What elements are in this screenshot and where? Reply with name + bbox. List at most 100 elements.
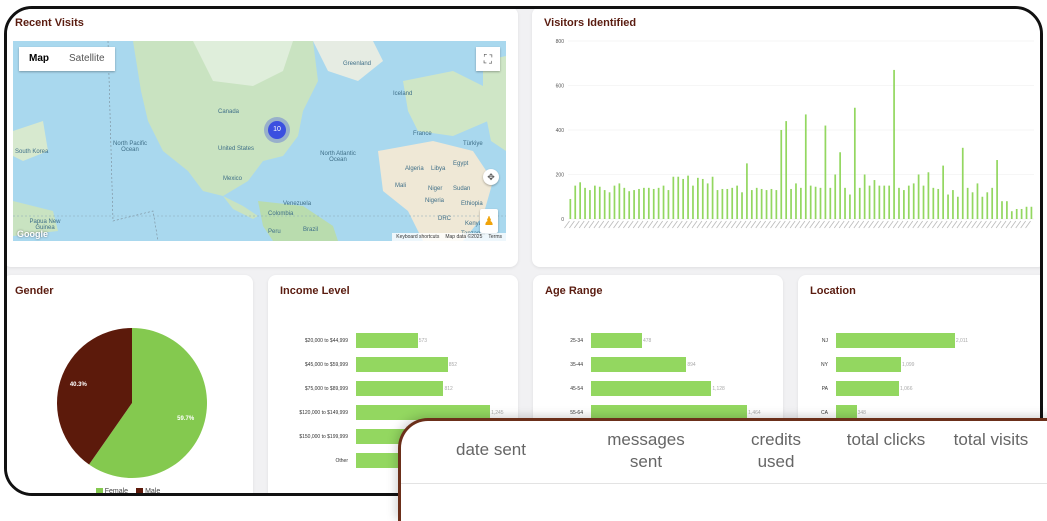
visitors-bar[interactable] xyxy=(883,185,886,219)
bar[interactable] xyxy=(591,381,712,396)
visitors-bar[interactable] xyxy=(868,185,871,219)
visitors-bar[interactable] xyxy=(574,185,577,219)
visitors-bar[interactable] xyxy=(638,188,640,219)
visitors-bar[interactable] xyxy=(917,174,920,220)
visitors-bar[interactable] xyxy=(809,185,812,219)
visitors-bar[interactable] xyxy=(976,183,979,219)
visitors-bar[interactable] xyxy=(603,190,606,219)
visitors-bar[interactable] xyxy=(1001,201,1003,219)
visitors-bar[interactable] xyxy=(652,188,655,219)
visitors-bar[interactable] xyxy=(736,185,738,219)
column-header-total-clicks[interactable]: total clicks xyxy=(841,429,931,451)
visitors-bar[interactable] xyxy=(657,187,660,219)
visitors-bar[interactable] xyxy=(878,185,881,219)
visitors-bar[interactable] xyxy=(706,183,709,219)
visitors-bar[interactable] xyxy=(814,186,817,219)
bar[interactable] xyxy=(836,333,955,348)
visitors-bar[interactable] xyxy=(677,176,680,219)
visitors-bar[interactable] xyxy=(785,121,788,219)
visitors-bar[interactable] xyxy=(971,192,974,219)
visitors-bar[interactable] xyxy=(672,176,675,219)
visitors-bar[interactable] xyxy=(780,130,783,219)
visitors-bar[interactable] xyxy=(927,172,930,219)
visitors-bar[interactable] xyxy=(697,177,699,219)
visitors-bar[interactable] xyxy=(991,187,994,219)
column-header-date-sent[interactable]: date sent xyxy=(431,439,551,461)
visitors-bar[interactable] xyxy=(721,188,724,219)
visitors-bar[interactable] xyxy=(804,114,807,219)
visitors-bar[interactable] xyxy=(795,183,797,219)
visitors-bar[interactable] xyxy=(844,187,846,219)
visitors-bar[interactable] xyxy=(1025,206,1028,219)
visitors-bar[interactable] xyxy=(922,185,925,219)
visitors-bar[interactable] xyxy=(956,196,959,219)
visitors-bar[interactable] xyxy=(1030,206,1033,219)
visitors-bar[interactable] xyxy=(819,187,822,219)
visitors-bar[interactable] xyxy=(834,174,837,220)
visitors-bar[interactable] xyxy=(907,185,910,219)
visitors-bar[interactable] xyxy=(937,188,940,219)
bar[interactable] xyxy=(356,333,418,348)
map-type-map-button[interactable]: Map xyxy=(19,47,59,71)
map-terms-link[interactable]: Terms xyxy=(488,234,502,240)
visitors-bar[interactable] xyxy=(662,185,665,219)
visitors-bar[interactable] xyxy=(1015,208,1018,219)
visitors-bar[interactable] xyxy=(633,190,635,219)
visitors-bar[interactable] xyxy=(628,191,631,219)
visitors-bar[interactable] xyxy=(750,190,753,219)
visitors-bar[interactable] xyxy=(952,190,954,219)
visitors-bar[interactable] xyxy=(947,194,949,219)
visitors-bar[interactable] xyxy=(858,187,861,219)
visitors-bar[interactable] xyxy=(623,187,626,219)
visitors-bar[interactable] xyxy=(731,187,734,219)
visitors-bar[interactable] xyxy=(692,185,694,219)
street-view-pegman-icon[interactable]: ♟ xyxy=(480,209,498,233)
visitors-bar[interactable] xyxy=(711,176,714,219)
bar[interactable] xyxy=(356,357,448,372)
visitors-bar[interactable] xyxy=(898,187,900,219)
map-type-satellite-button[interactable]: Satellite xyxy=(59,47,115,71)
visitors-bar[interactable] xyxy=(800,187,802,219)
visitors-bar[interactable] xyxy=(873,180,876,219)
visitors-bar[interactable] xyxy=(569,198,572,219)
bar[interactable] xyxy=(356,381,444,396)
visitors-bar[interactable] xyxy=(824,125,827,219)
keyboard-shortcuts-link[interactable]: Keyboard shortcuts xyxy=(396,234,439,240)
visitors-bar[interactable] xyxy=(1020,208,1023,219)
visitors-bar[interactable] xyxy=(701,178,704,219)
fullscreen-icon[interactable]: ⛶ xyxy=(476,47,500,71)
visitors-bar[interactable] xyxy=(893,69,895,219)
world-map[interactable]: North Pacific Ocean North Atlantic Ocean… xyxy=(13,41,506,241)
visitors-bar[interactable] xyxy=(888,185,891,219)
visitors-bar[interactable] xyxy=(726,188,729,219)
visitors-bar[interactable] xyxy=(981,196,984,219)
visitors-bar[interactable] xyxy=(593,185,596,219)
visitors-bar[interactable] xyxy=(1010,211,1013,219)
visitors-bar[interactable] xyxy=(903,190,905,219)
visitors-bar[interactable] xyxy=(643,187,645,219)
visitors-bar[interactable] xyxy=(849,194,851,219)
visitors-bar[interactable] xyxy=(579,182,581,219)
column-header-credits-used[interactable]: credits used xyxy=(731,429,821,473)
visitors-bar[interactable] xyxy=(618,183,621,219)
bar[interactable] xyxy=(836,357,901,372)
visitors-bar[interactable] xyxy=(912,183,915,219)
visitors-bar[interactable] xyxy=(760,188,763,219)
visitors-bar[interactable] xyxy=(647,187,650,219)
visitors-bar[interactable] xyxy=(765,190,768,219)
visitors-bar[interactable] xyxy=(863,174,866,220)
visitors-bar[interactable] xyxy=(770,188,773,219)
visitors-bar[interactable] xyxy=(986,192,989,219)
visitors-bar[interactable] xyxy=(1006,201,1008,219)
visitors-bar[interactable] xyxy=(775,190,778,219)
map-pan-control-icon[interactable]: ✥ xyxy=(483,169,499,185)
visitors-bar[interactable] xyxy=(996,160,998,219)
visitors-bar[interactable] xyxy=(966,187,969,219)
visitors-bar[interactable] xyxy=(687,175,689,219)
visitors-bar[interactable] xyxy=(755,187,758,219)
bar[interactable] xyxy=(591,357,687,372)
visitors-bar[interactable] xyxy=(932,187,935,219)
visitors-bar[interactable] xyxy=(839,152,841,219)
visitors-bar[interactable] xyxy=(741,192,743,219)
visitors-bar[interactable] xyxy=(829,187,832,219)
